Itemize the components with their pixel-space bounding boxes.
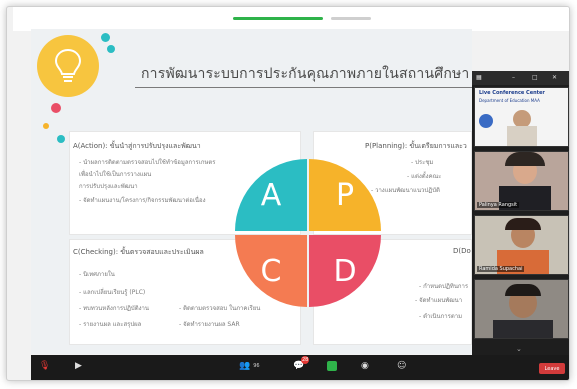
- reactions-button[interactable]: ☺: [397, 361, 406, 371]
- meeting-toolbar: 🎙 ▶ 👥 96 💬 28 ◉ ☺ Leave: [31, 355, 569, 380]
- share-screen-icon: [327, 361, 337, 371]
- close-icon[interactable]: ✕: [552, 74, 557, 81]
- tile-title: Live Conference Center: [479, 90, 545, 96]
- decor-dot: [101, 33, 110, 42]
- zoom-window: การพัฒนาระบบการประกันคุณภาพภายในสถานศึกษ…: [6, 6, 570, 381]
- record-button[interactable]: ◉: [361, 361, 369, 371]
- title-divider: [135, 87, 472, 88]
- top-bar: [13, 7, 569, 31]
- avatar-body: [493, 320, 553, 338]
- participant-tile[interactable]: Palinya Rangsit: [474, 151, 569, 211]
- avatar-hair: [505, 152, 545, 166]
- minimize-icon[interactable]: –: [512, 74, 515, 81]
- quad-item: - กำหนดปฏิทินการ: [419, 283, 469, 290]
- quad-title-check: C(Checking): ขั้นตรวจสอบและประเมินผล: [73, 248, 204, 256]
- logo-icon: [479, 114, 493, 128]
- shared-slide: การพัฒนาระบบการประกันคุณภาพภายในสถานศึกษ…: [31, 29, 472, 354]
- participant-tile[interactable]: [474, 279, 569, 339]
- scroll-down-icon[interactable]: ⌄: [516, 345, 522, 353]
- avatar-hair: [505, 284, 541, 296]
- reactions-icon: ☺: [397, 361, 407, 371]
- top-indicator-secondary: [331, 17, 371, 20]
- participant-tile[interactable]: Ramida Supachai: [474, 215, 569, 275]
- participant-name: Palinya Rangsit: [477, 202, 520, 208]
- video-button[interactable]: ▶: [75, 361, 82, 371]
- grid-icon[interactable]: ▦: [476, 74, 482, 81]
- avatar-body: [507, 126, 537, 146]
- chat-badge: 28: [301, 356, 310, 364]
- microphone-off-icon: 🎙: [39, 361, 51, 371]
- participants-icon: 👥: [239, 361, 251, 371]
- quad-title-do: D(Do: [453, 247, 471, 255]
- quad-item: - จัดทำแผนพัฒนา: [415, 297, 463, 304]
- quad-item: เพื่อนำไปใช้เป็นการวางแผน: [79, 171, 152, 178]
- participants-panel: ▦ – □ ✕ Live Conference Center Departmen…: [472, 71, 569, 365]
- tile-subtitle: Department of Education MAA: [479, 98, 540, 103]
- decor-dot: [57, 135, 65, 143]
- quad-item: - นิเทศภายใน: [79, 271, 115, 278]
- video-camera-icon: ▶: [75, 361, 82, 371]
- quad-title-plan: P(Planning): ขั้นเตรียมการและว: [365, 142, 467, 150]
- chat-button[interactable]: 💬 28: [293, 356, 310, 371]
- participants-count: 96: [253, 363, 260, 369]
- quad-item: - จัดทำรายงานผล SAR: [179, 321, 240, 328]
- panel-header: ▦ – □ ✕: [472, 71, 569, 85]
- slide-title: การพัฒนาระบบการประกันคุณภาพภายในสถานศึกษ…: [141, 66, 470, 82]
- quad-item: - แต่งตั้งคณะ: [407, 173, 442, 180]
- avatar-hair: [505, 218, 541, 230]
- lightbulb-icon: [37, 35, 99, 97]
- quad-item: - จัดทำแผนงาน/โครงการ/กิจกรรมพัฒนาต่อเนื…: [79, 197, 206, 204]
- quad-item: การปรับปรุงและพัฒนา: [79, 183, 138, 190]
- quad-item: - ติดตามตรวจสอบ ในภาคเรียน: [179, 305, 261, 312]
- maximize-icon[interactable]: □: [532, 74, 538, 81]
- mute-button[interactable]: 🎙: [39, 361, 50, 371]
- participant-name: Ramida Supachai: [477, 266, 525, 272]
- quad-item: - ทบทวนหลังการปฏิบัติงาน: [79, 305, 149, 312]
- quad-item: - ดำเนินการตาม: [419, 313, 463, 320]
- record-icon: ◉: [361, 361, 369, 371]
- quad-item: - แลกเปลี่ยนเรียนรู้ (PLC): [79, 289, 146, 296]
- decor-dot: [51, 103, 61, 113]
- quad-item: - นำผลการติดตามตรวจสอบไปใช้ทำข้อมูลการเก…: [79, 159, 216, 166]
- quad-item: - รายงานผล และสรุปผล: [79, 321, 142, 328]
- leave-button[interactable]: Leave: [539, 363, 565, 374]
- decor-dot: [43, 123, 49, 129]
- quad-item: - ประชุม: [411, 159, 434, 166]
- participants-button[interactable]: 👥 96: [239, 361, 260, 371]
- quad-title-act: A(Action): ขั้นนำสู่การปรับปรุงและพัฒนา: [73, 142, 201, 150]
- top-indicator: [233, 17, 323, 20]
- chat-icon: 💬 28: [293, 356, 310, 371]
- participant-tile[interactable]: Live Conference Center Department of Edu…: [474, 87, 569, 147]
- share-screen-button[interactable]: [327, 361, 337, 371]
- quad-item: - วางแผนพัฒนาแนวปฏิบัติ: [371, 187, 440, 194]
- decor-dot: [107, 45, 115, 53]
